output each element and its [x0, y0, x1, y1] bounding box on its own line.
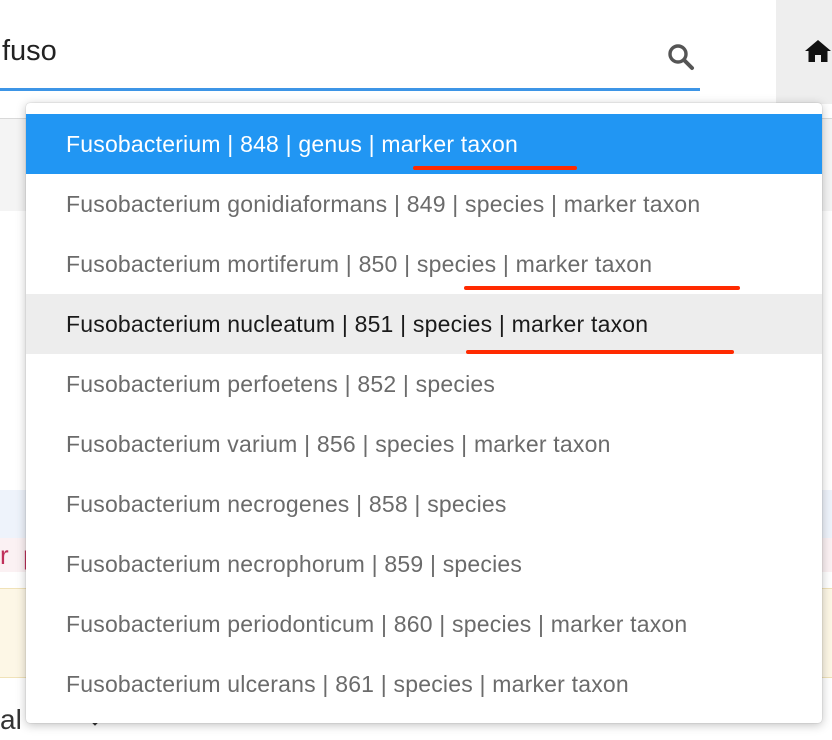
home-button[interactable] — [776, 0, 832, 104]
search-input[interactable] — [0, 30, 642, 72]
autocomplete-dropdown: Fusobacterium | 848 | genus | marker tax… — [26, 103, 822, 723]
annotation-underline — [464, 286, 740, 290]
dropdown-option[interactable]: Fusobacterium perfoetens | 852 | species — [26, 354, 822, 414]
dropdown-option[interactable]: Fusobacterium mortiferum | 850 | species… — [26, 234, 822, 294]
background-select-value[interactable]: al — [0, 704, 22, 736]
dropdown-option[interactable]: Fusobacterium necrogenes | 858 | species — [26, 474, 822, 534]
search-box[interactable] — [0, 22, 700, 91]
dropdown-option[interactable]: Fusobacterium gonidiaformans | 849 | spe… — [26, 174, 822, 234]
dropdown-option[interactable]: Fusobacterium periodonticum | 860 | spec… — [26, 594, 822, 654]
dropdown-option[interactable]: Fusobacterium varium | 856 | species | m… — [26, 414, 822, 474]
top-bar — [0, 0, 832, 119]
dropdown-option[interactable]: Fusobacterium necrophorum | 859 | specie… — [26, 534, 822, 594]
home-icon — [805, 40, 831, 62]
dropdown-option[interactable]: Fusobacterium ulcerans | 861 | species |… — [26, 654, 822, 714]
dropdown-option[interactable]: Fusobacterium | 848 | genus | marker tax… — [26, 114, 822, 174]
annotation-underline — [466, 350, 734, 354]
annotation-underline — [413, 166, 577, 170]
search-icon[interactable] — [666, 42, 696, 72]
dropdown-option[interactable]: Fusobacterium nucleatum | 851 | species … — [26, 294, 822, 354]
